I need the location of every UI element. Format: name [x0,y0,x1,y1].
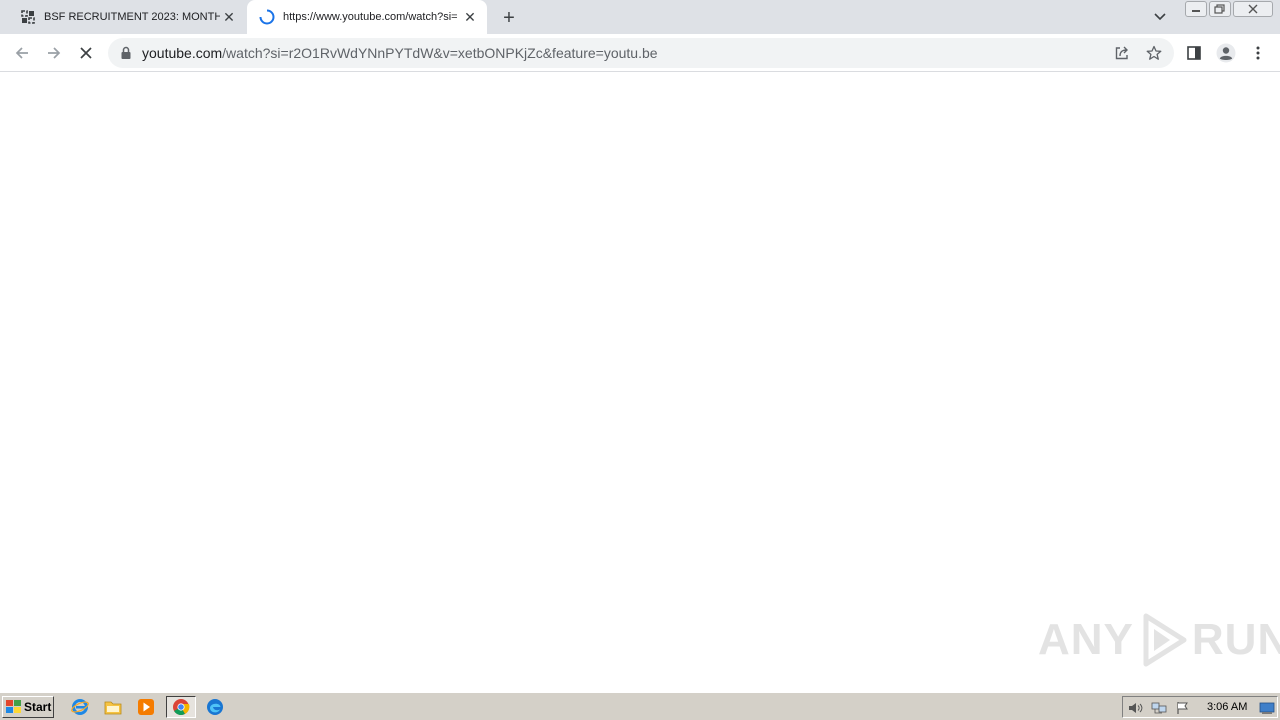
network-icon[interactable] [1151,700,1167,716]
news-favicon-icon [20,9,36,25]
side-panel-icon[interactable] [1181,40,1207,66]
edge-icon[interactable] [203,696,227,718]
url-text[interactable]: youtube.com/watch?si=r2O1RvWdYNnPYTdW&v=… [142,38,658,68]
page-viewport [0,72,1280,692]
restore-button[interactable] [1209,1,1231,17]
new-tab-button[interactable]: + [498,7,520,29]
show-desktop-icon[interactable] [1259,700,1275,716]
file-explorer-icon[interactable] [101,696,125,718]
tab-bsf-recruitment[interactable]: BSF RECRUITMENT 2023: MONTHLY ✕ [8,0,246,34]
share-icon[interactable] [1112,43,1132,63]
anyrun-watermark: ANY RUN [1038,608,1280,672]
start-label: Start [24,700,52,714]
windows-logo-icon [6,700,21,713]
menu-kebab-icon[interactable] [1245,40,1271,66]
watermark-right-text: RUN [1191,615,1280,664]
back-arrow-icon[interactable] [9,40,35,66]
forward-arrow-icon[interactable] [41,40,67,66]
tab-strip: BSF RECRUITMENT 2023: MONTHLY ✕ https://… [0,0,1280,34]
minimize-button[interactable] [1185,1,1207,17]
address-bar[interactable]: youtube.com/watch?si=r2O1RvWdYNnPYTdW&v=… [108,38,1174,68]
media-player-icon[interactable] [134,696,158,718]
loading-spinner-icon [259,9,275,25]
url-path: /watch?si=r2O1RvWdYNnPYTdW&v=xetbONPKjZc… [222,45,658,61]
internet-explorer-icon[interactable] [68,696,92,718]
lock-icon [120,46,132,60]
profile-avatar-icon[interactable] [1213,40,1239,66]
clock[interactable]: 3:06 AM [1207,697,1247,717]
browser-toolbar: youtube.com/watch?si=r2O1RvWdYNnPYTdW&v=… [0,34,1280,72]
watermark-left-text: ANY [1038,615,1134,664]
system-tray: 3:06 AM [1122,696,1278,718]
tab-close-icon[interactable]: ✕ [461,8,479,26]
tab-search-chevron-icon[interactable] [1150,8,1170,26]
tab-title: BSF RECRUITMENT 2023: MONTHLY [44,11,220,23]
tab-close-icon[interactable]: ✕ [220,8,238,26]
watermark-play-icon [1143,613,1187,667]
start-button[interactable]: Start [2,696,54,718]
volume-icon[interactable] [1127,700,1143,716]
taskbar: Start 3:06 AM [0,692,1280,720]
stop-loading-icon[interactable] [73,40,99,66]
action-center-flag-icon[interactable] [1175,700,1191,716]
url-host: youtube.com [142,45,223,61]
chrome-icon[interactable] [166,696,196,718]
bookmark-star-icon[interactable] [1144,43,1164,63]
tab-title: https://www.youtube.com/watch?si= [283,11,458,23]
close-window-button[interactable] [1233,1,1273,17]
tab-youtube[interactable]: https://www.youtube.com/watch?si= ✕ [247,0,487,34]
